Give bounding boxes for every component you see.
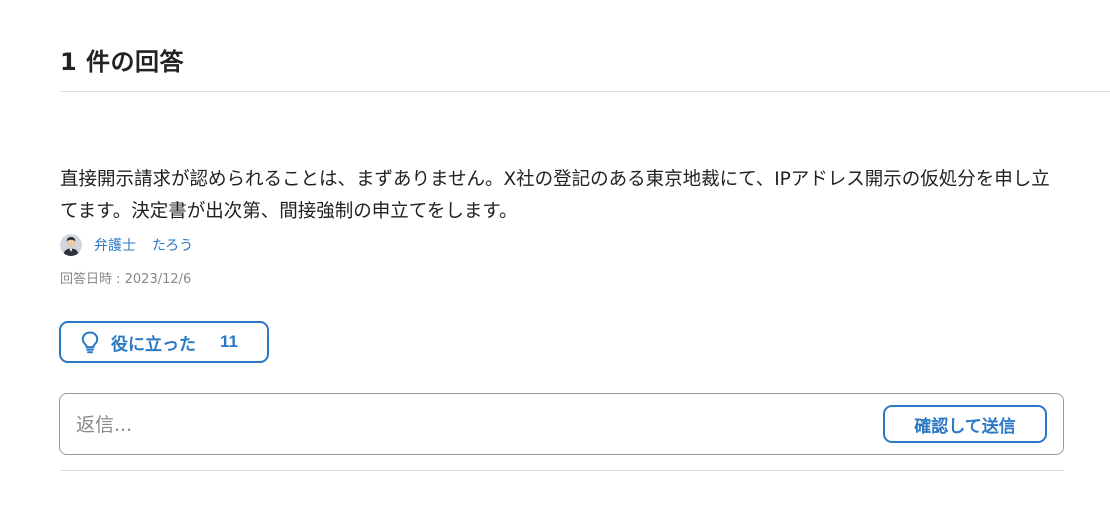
author-row: 弁護士 たろう [60, 234, 193, 256]
heading-divider [60, 91, 1110, 92]
answer-section: 1 件の回答 直接開示請求が認められることは、まずありません。X社の登記のある東… [0, 0, 1110, 507]
reply-box: 確認して送信 [59, 393, 1064, 456]
author-title-link[interactable]: 弁護士 [94, 235, 136, 255]
answers-heading: 1 件の回答 [60, 48, 185, 76]
reply-input[interactable] [74, 394, 858, 456]
helpful-count: 11 [220, 332, 238, 351]
confirm-submit-button[interactable]: 確認して送信 [883, 405, 1047, 443]
answer-body: 直接開示請求が認められることは、まずありません。X社の登記のある東京地裁にて、I… [60, 169, 1050, 222]
bottom-divider [60, 470, 1064, 471]
helpful-button[interactable]: 役に立った 11 [59, 321, 269, 363]
author-name-link[interactable]: たろう [152, 235, 193, 255]
helpful-label: 役に立った [111, 334, 196, 354]
lightbulb-icon [79, 330, 101, 354]
answered-at: 回答日時 : 2023/12/6 [60, 272, 192, 287]
avatar[interactable] [60, 234, 82, 256]
